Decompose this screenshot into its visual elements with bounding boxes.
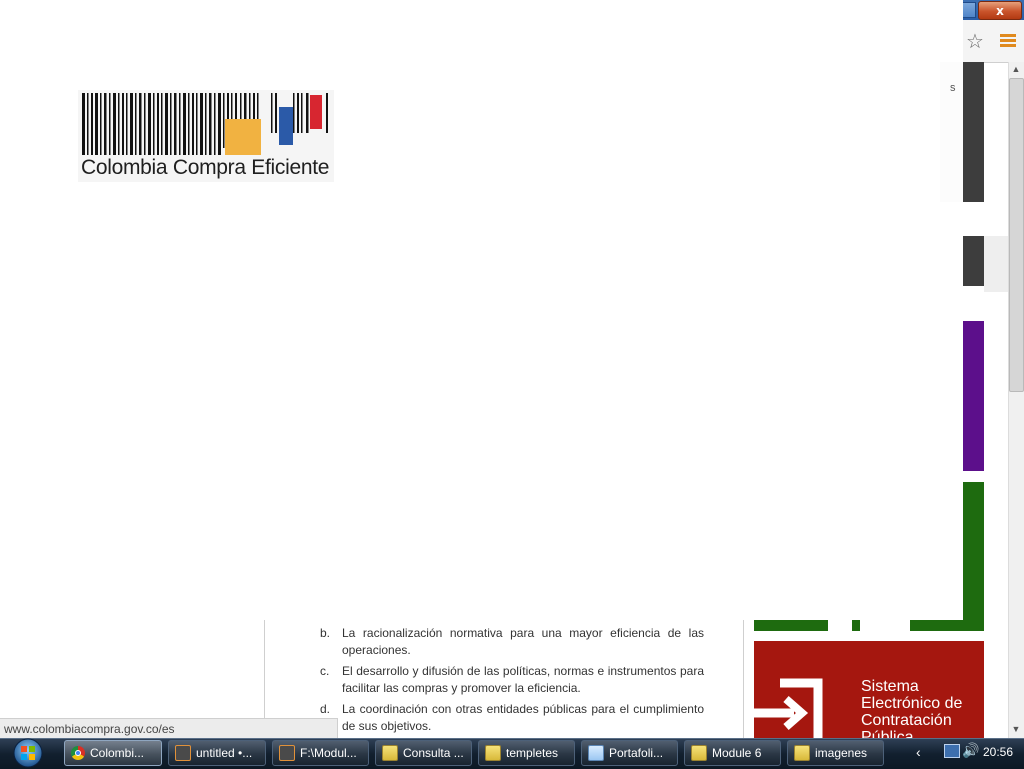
secop-title: Sistema Electrónico de Contratación Públ… [861, 678, 963, 738]
taskbar-item-notepad-portafolio[interactable]: Portafoli... [581, 740, 678, 766]
scroll-thumb[interactable] [1009, 78, 1024, 392]
chrome-icon [71, 746, 85, 760]
list-text: La racionalización normativa para una ma… [342, 626, 704, 657]
network-icon[interactable] [944, 744, 960, 758]
barcode-icon [82, 93, 328, 155]
taskbar-item-label: Colombi... [90, 746, 145, 760]
logo-text: Colombia Compra Eficiente [81, 156, 330, 179]
folder-icon [691, 745, 707, 761]
menu-icon[interactable] [1000, 34, 1016, 50]
scroll-down-arrow-icon[interactable]: ▼ [1008, 722, 1024, 736]
sublime-icon [175, 745, 191, 761]
windows-start-icon[interactable] [8, 738, 48, 768]
taskbar-item-sublime-untitled[interactable]: untitled •... [168, 740, 266, 766]
secop-banner[interactable]: Sistema Electrónico de Contratación Públ… [754, 641, 984, 738]
purple-banner[interactable] [963, 321, 984, 471]
taskbar-item-chrome[interactable]: Colombi... [64, 740, 162, 766]
sublime-icon [279, 745, 295, 761]
objectives-list: b. La racionalización normativa para una… [320, 625, 704, 739]
notepad-icon [588, 745, 604, 761]
gray-strip [984, 236, 1008, 292]
star-icon[interactable]: ☆ [964, 31, 986, 53]
taskbar-item-label: imagenes [815, 746, 868, 760]
close-icon: x [996, 3, 1004, 18]
folder-icon [382, 745, 398, 761]
content-divider [264, 620, 265, 720]
status-url: www.colombiacompra.gov.co/es [0, 718, 338, 738]
list-item: c. El desarrollo y difusión de las polít… [320, 663, 704, 697]
list-letter: c. [320, 664, 330, 678]
taskbar-item-label: Portafoli... [609, 746, 664, 760]
taskbar-item-label: Module 6 [712, 746, 762, 760]
system-clock[interactable]: 20:56 [983, 745, 1013, 759]
list-item: d. La coordinación con otras entidades p… [320, 701, 704, 735]
taskbar-item-label: Consulta ... [403, 746, 464, 760]
close-button[interactable]: x [978, 1, 1022, 20]
scroll-up-arrow-icon[interactable]: ▲ [1008, 62, 1024, 76]
taskbar-item-folder-templetes[interactable]: templetes [478, 740, 575, 766]
folder-icon [485, 745, 501, 761]
sidebar-divider [743, 620, 744, 740]
list-text: El desarrollo y difusión de las política… [342, 664, 704, 695]
volume-icon[interactable]: 🔊 [962, 742, 979, 759]
taskbar-item-sublime-module[interactable]: F:\Modul... [272, 740, 369, 766]
list-item: b. La racionalización normativa para una… [320, 625, 704, 659]
nav-bar-fragment-2 [963, 236, 984, 286]
taskbar-item-label: templetes [506, 746, 559, 760]
nav-bar-fragment [963, 62, 984, 202]
green-banner[interactable] [963, 482, 984, 630]
taskbar-item-label: F:\Modul... [300, 746, 357, 760]
restore-button[interactable] [963, 2, 976, 18]
taskbar-item-folder-consulta[interactable]: Consulta ... [375, 740, 472, 766]
show-hidden-icons-icon[interactable]: ‹ [916, 744, 921, 760]
list-text: La coordinación con otras entidades públ… [342, 702, 704, 733]
folder-icon [794, 745, 810, 761]
taskbar-item-folder-module6[interactable]: Module 6 [684, 740, 781, 766]
colombia-compra-logo[interactable]: Colombia Compra Eficiente [78, 90, 334, 182]
green-banner-bottom-frame [754, 620, 984, 631]
secop-logo-icon [754, 678, 823, 738]
taskbar-item-label: untitled •... [196, 746, 253, 760]
fragment-text: s [950, 82, 956, 94]
taskbar-item-folder-imagenes[interactable]: imagenes [787, 740, 884, 766]
list-letter: b. [320, 626, 331, 640]
